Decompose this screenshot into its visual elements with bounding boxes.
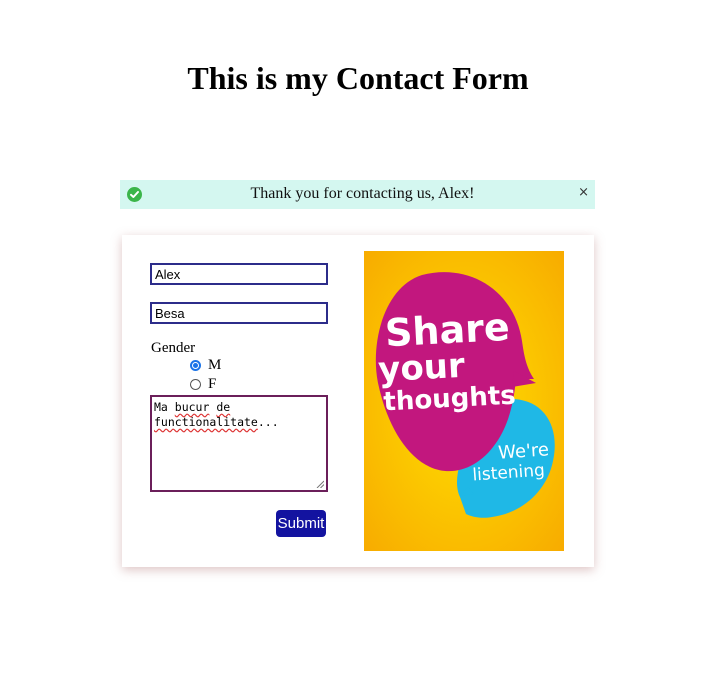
last-name-input[interactable]	[150, 302, 328, 324]
gender-option-m[interactable]: M	[190, 357, 221, 374]
gender-option-f[interactable]: F	[190, 376, 216, 393]
gender-option-label: F	[208, 376, 217, 392]
success-alert: Thank you for contacting us, Alex! ×	[120, 180, 595, 209]
message-textarea[interactable]: Ma bucur de functionalitate...	[150, 395, 328, 492]
first-name-input[interactable]	[150, 263, 328, 285]
gender-option-label: M	[208, 357, 222, 373]
message-line: Ma bucur de	[154, 400, 231, 414]
gender-radio-f[interactable]	[190, 379, 201, 390]
submit-button[interactable]: Submit	[276, 510, 326, 537]
alert-message: Thank you for contacting us, Alex!	[250, 185, 475, 202]
share-thoughts-poster: Share your thoughts We're listening	[364, 251, 564, 551]
message-line: functionalitate...	[154, 415, 279, 429]
close-icon[interactable]: ×	[578, 185, 589, 200]
contact-form-card: Gender M F Ma bucur de functionalitate..…	[122, 235, 594, 567]
page-title: This is my Contact Form	[187, 60, 529, 96]
resize-handle-icon[interactable]	[316, 480, 324, 488]
gender-label: Gender	[151, 340, 196, 356]
gender-radio-m[interactable]	[190, 360, 201, 371]
